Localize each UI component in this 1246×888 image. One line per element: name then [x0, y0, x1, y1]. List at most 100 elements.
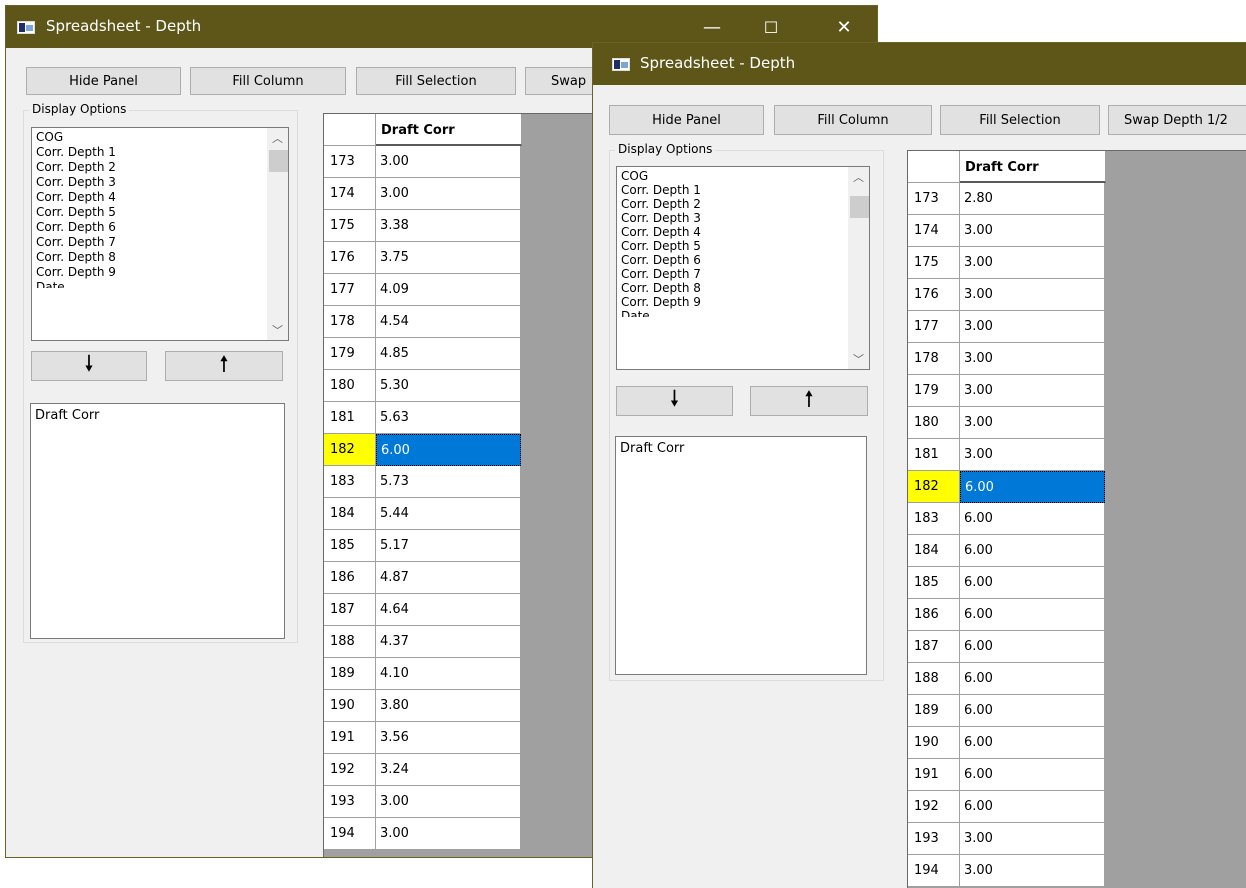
- grid-cell[interactable]: 4.87: [376, 562, 521, 594]
- grid-cell[interactable]: 2.80: [960, 183, 1105, 215]
- move-down-button[interactable]: 🠗: [31, 351, 147, 381]
- row-header[interactable]: 181: [908, 439, 960, 471]
- row-header[interactable]: 176: [908, 279, 960, 311]
- grid-corner[interactable]: [908, 151, 960, 183]
- data-grid[interactable]: Draft Corr 173 2.80 174 3.00 175 3.00 176 3.00 1…: [907, 150, 1246, 888]
- grid-cell[interactable]: 5.73: [376, 466, 521, 498]
- column-header-draft-corr[interactable]: Draft Corr: [376, 114, 522, 146]
- display-options-list[interactable]: COG Corr. Depth 1 Corr. Depth 2 Corr. De…: [31, 127, 289, 341]
- row-header[interactable]: 173: [324, 146, 376, 178]
- move-up-button[interactable]: 🠕: [165, 351, 283, 381]
- grid-cell[interactable]: 3.00: [376, 178, 521, 210]
- grid-cell[interactable]: 3.00: [960, 407, 1105, 439]
- selected-columns-list[interactable]: Draft Corr: [30, 403, 285, 639]
- selected-columns-list[interactable]: Draft Corr: [615, 436, 867, 675]
- option-corr-depth-2[interactable]: Corr. Depth 2: [621, 197, 701, 211]
- grid-cell[interactable]: 3.00: [960, 855, 1105, 887]
- grid-cell[interactable]: 6.00: [960, 535, 1105, 567]
- grid-cell[interactable]: 5.44: [376, 498, 521, 530]
- row-header[interactable]: 187: [908, 631, 960, 663]
- row-header[interactable]: 191: [908, 759, 960, 791]
- grid-cell[interactable]: 4.64: [376, 594, 521, 626]
- option-cog[interactable]: COG: [36, 130, 116, 145]
- grid-cell[interactable]: 5.30: [376, 370, 521, 402]
- grid-cell[interactable]: 3.00: [960, 375, 1105, 407]
- selected-cell[interactable]: 6.00: [376, 434, 521, 466]
- grid-cell[interactable]: 4.09: [376, 274, 521, 306]
- grid-cell[interactable]: 3.00: [960, 823, 1105, 855]
- option-corr-depth-3[interactable]: Corr. Depth 3: [36, 175, 116, 190]
- row-header[interactable]: 188: [908, 663, 960, 695]
- option-corr-depth-1[interactable]: Corr. Depth 1: [36, 145, 116, 160]
- option-corr-depth-9[interactable]: Corr. Depth 9: [36, 265, 116, 280]
- grid-cell[interactable]: 3.24: [376, 754, 521, 786]
- grid-cell[interactable]: 6.00: [960, 759, 1105, 791]
- row-header[interactable]: 178: [908, 343, 960, 375]
- grid-cell[interactable]: 3.80: [376, 690, 521, 722]
- hide-panel-button[interactable]: Hide Panel: [26, 67, 181, 95]
- option-corr-depth-8[interactable]: Corr. Depth 8: [621, 281, 701, 295]
- option-corr-depth-2[interactable]: Corr. Depth 2: [36, 160, 116, 175]
- scroll-up-icon[interactable]: ︿: [267, 128, 288, 148]
- option-corr-depth-4[interactable]: Corr. Depth 4: [621, 225, 701, 239]
- row-header[interactable]: 179: [908, 375, 960, 407]
- option-corr-depth-5[interactable]: Corr. Depth 5: [621, 239, 701, 253]
- grid-cell[interactable]: 6.00: [960, 567, 1105, 599]
- row-header[interactable]: 184: [908, 535, 960, 567]
- option-cog[interactable]: COG: [621, 169, 701, 183]
- row-header[interactable]: 189: [908, 695, 960, 727]
- grid-cell[interactable]: 3.00: [376, 786, 521, 818]
- row-header[interactable]: 179: [324, 338, 376, 370]
- row-header[interactable]: 178: [324, 306, 376, 338]
- scroll-down-icon[interactable]: ﹀: [267, 320, 288, 340]
- options-scrollbar[interactable]: ︿ ﹀: [267, 128, 288, 340]
- grid-cell[interactable]: 4.85: [376, 338, 521, 370]
- row-header[interactable]: 194: [324, 818, 376, 850]
- row-header[interactable]: 180: [324, 370, 376, 402]
- row-header[interactable]: 189: [324, 658, 376, 690]
- option-corr-depth-7[interactable]: Corr. Depth 7: [36, 235, 116, 250]
- grid-cell[interactable]: 6.00: [960, 727, 1105, 759]
- grid-cell[interactable]: 6.00: [960, 503, 1105, 535]
- row-header[interactable]: 191: [324, 722, 376, 754]
- row-header[interactable]: 175: [908, 247, 960, 279]
- move-down-button[interactable]: 🠗: [616, 386, 733, 416]
- grid-cell[interactable]: 4.10: [376, 658, 521, 690]
- option-corr-depth-7[interactable]: Corr. Depth 7: [621, 267, 701, 281]
- row-header[interactable]: 190: [324, 690, 376, 722]
- scroll-down-icon[interactable]: ﹀: [848, 349, 869, 369]
- row-header[interactable]: 192: [324, 754, 376, 786]
- option-corr-depth-6[interactable]: Corr. Depth 6: [621, 253, 701, 267]
- row-header[interactable]: 194: [908, 855, 960, 887]
- option-corr-depth-9[interactable]: Corr. Depth 9: [621, 295, 701, 309]
- grid-corner[interactable]: [324, 114, 376, 146]
- row-header[interactable]: 185: [908, 567, 960, 599]
- row-header[interactable]: 182: [324, 434, 376, 466]
- scroll-up-icon[interactable]: ︿: [848, 167, 869, 187]
- row-header[interactable]: 177: [908, 311, 960, 343]
- row-header[interactable]: 183: [908, 503, 960, 535]
- hide-panel-button[interactable]: Hide Panel: [609, 105, 764, 135]
- option-corr-depth-3[interactable]: Corr. Depth 3: [621, 211, 701, 225]
- selected-column-item[interactable]: Draft Corr: [620, 441, 684, 456]
- column-header-draft-corr[interactable]: Draft Corr: [960, 151, 1106, 183]
- row-header[interactable]: 193: [324, 786, 376, 818]
- row-header[interactable]: 184: [324, 498, 376, 530]
- option-corr-depth-4[interactable]: Corr. Depth 4: [36, 190, 116, 205]
- option-corr-depth-1[interactable]: Corr. Depth 1: [621, 183, 701, 197]
- row-header[interactable]: 192: [908, 791, 960, 823]
- option-corr-depth-8[interactable]: Corr. Depth 8: [36, 250, 116, 265]
- row-header[interactable]: 187: [324, 594, 376, 626]
- row-header[interactable]: 188: [324, 626, 376, 658]
- move-up-button[interactable]: 🠕: [750, 386, 868, 416]
- row-header[interactable]: 180: [908, 407, 960, 439]
- swap-depth-button[interactable]: Swap Depth 1/2: [1108, 105, 1246, 135]
- row-header[interactable]: 176: [324, 242, 376, 274]
- grid-cell[interactable]: 3.00: [960, 279, 1105, 311]
- row-header[interactable]: 186: [908, 599, 960, 631]
- grid-cell[interactable]: 4.37: [376, 626, 521, 658]
- grid-cell[interactable]: 3.38: [376, 210, 521, 242]
- grid-cell[interactable]: 3.00: [960, 311, 1105, 343]
- row-header[interactable]: 185: [324, 530, 376, 562]
- grid-cell[interactable]: 6.00: [960, 599, 1105, 631]
